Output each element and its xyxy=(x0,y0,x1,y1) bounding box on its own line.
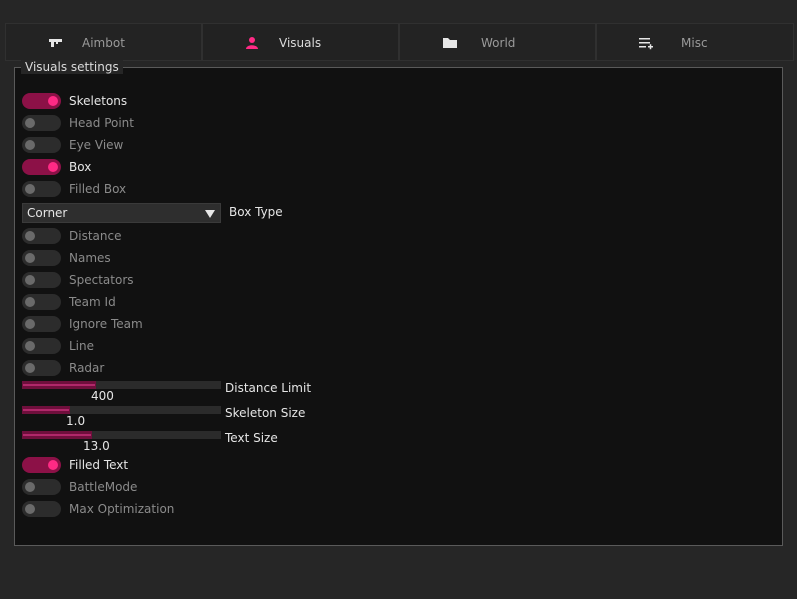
max-optimization-label: Max Optimization xyxy=(69,502,175,516)
skeleton-size-value: 1.0 xyxy=(66,414,86,428)
distance-limit-fill xyxy=(22,381,96,389)
box-type-label: Box Type xyxy=(229,205,283,219)
radar-row: Radar xyxy=(22,359,104,377)
tab-aimbot[interactable]: Aimbot xyxy=(5,23,202,61)
distance-label: Distance xyxy=(69,229,122,243)
tab-aimbot-label: Aimbot xyxy=(82,36,125,50)
eye-view-label: Eye View xyxy=(69,138,124,152)
gun-icon xyxy=(49,39,62,47)
panel-title: Visuals settings xyxy=(21,60,123,74)
names-row: Names xyxy=(22,249,111,267)
skeletons-label: Skeletons xyxy=(69,94,128,108)
box-label: Box xyxy=(69,160,92,174)
text-size-slider[interactable] xyxy=(22,431,221,439)
radar-label: Radar xyxy=(69,361,105,375)
box-row: Box xyxy=(22,158,91,176)
filled-box-toggle[interactable] xyxy=(22,181,61,197)
tab-world-label: World xyxy=(481,36,516,50)
tab-misc-label: Misc xyxy=(681,36,708,50)
spectators-row: Spectators xyxy=(22,271,134,289)
team-id-label: Team Id xyxy=(69,295,116,309)
folder-icon xyxy=(443,38,457,48)
names-toggle[interactable] xyxy=(22,250,61,266)
line-toggle[interactable] xyxy=(22,338,61,354)
battle-mode-toggle[interactable] xyxy=(22,479,61,495)
team-id-toggle[interactable] xyxy=(22,294,61,310)
skeletons-row: Skeletons xyxy=(22,92,127,110)
visuals-settings-panel: Visuals settings Skeletons Head Point Ey… xyxy=(14,60,783,546)
skeleton-size-slider[interactable] xyxy=(22,406,221,414)
skeleton-size-label: Skeleton Size xyxy=(225,406,306,420)
ignore-team-label: Ignore Team xyxy=(69,317,143,331)
head-point-toggle[interactable] xyxy=(22,115,61,131)
head-point-label: Head Point xyxy=(69,116,134,130)
distance-toggle[interactable] xyxy=(22,228,61,244)
filled-text-toggle[interactable] xyxy=(22,457,61,473)
distance-limit-slider[interactable] xyxy=(22,381,221,389)
tab-visuals[interactable]: Visuals xyxy=(202,23,399,61)
line-label: Line xyxy=(69,339,95,353)
box-type-value: Corner xyxy=(27,206,68,220)
dropdown-arrow-icon xyxy=(205,210,215,218)
text-size-value: 13.0 xyxy=(83,439,110,453)
skeleton-size-fill xyxy=(22,406,70,414)
team-id-row: Team Id xyxy=(22,293,116,311)
eye-view-toggle[interactable] xyxy=(22,137,61,153)
distance-row: Distance xyxy=(22,227,121,245)
tab-bar: Aimbot Visuals World Misc xyxy=(5,23,794,61)
filled-box-row: Filled Box xyxy=(22,180,126,198)
filled-box-label: Filled Box xyxy=(69,182,127,196)
eye-view-row: Eye View xyxy=(22,136,123,154)
spectators-label: Spectators xyxy=(69,273,134,287)
max-optimization-toggle[interactable] xyxy=(22,501,61,517)
head-point-row: Head Point xyxy=(22,114,134,132)
battle-mode-row: BattleMode xyxy=(22,478,137,496)
tab-visuals-label: Visuals xyxy=(279,36,322,50)
battle-mode-label: BattleMode xyxy=(69,480,138,494)
ignore-team-toggle[interactable] xyxy=(22,316,61,332)
ignore-team-row: Ignore Team xyxy=(22,315,143,333)
list-settings-icon xyxy=(639,38,653,50)
skeletons-toggle[interactable] xyxy=(22,93,61,109)
tab-world[interactable]: World xyxy=(399,23,596,61)
tab-misc[interactable]: Misc xyxy=(596,23,794,61)
distance-limit-label: Distance Limit xyxy=(225,381,312,395)
user-icon xyxy=(246,37,258,49)
max-optimization-row: Max Optimization xyxy=(22,500,174,518)
filled-text-row: Filled Text xyxy=(22,456,128,474)
filled-text-label: Filled Text xyxy=(69,458,129,472)
line-row: Line xyxy=(22,337,94,355)
box-type-select[interactable]: Corner xyxy=(22,203,221,223)
text-size-fill xyxy=(22,431,92,439)
names-label: Names xyxy=(69,251,111,265)
spectators-toggle[interactable] xyxy=(22,272,61,288)
radar-toggle[interactable] xyxy=(22,360,61,376)
distance-limit-value: 400 xyxy=(91,389,114,403)
text-size-label: Text Size xyxy=(225,431,278,445)
box-toggle[interactable] xyxy=(22,159,61,175)
